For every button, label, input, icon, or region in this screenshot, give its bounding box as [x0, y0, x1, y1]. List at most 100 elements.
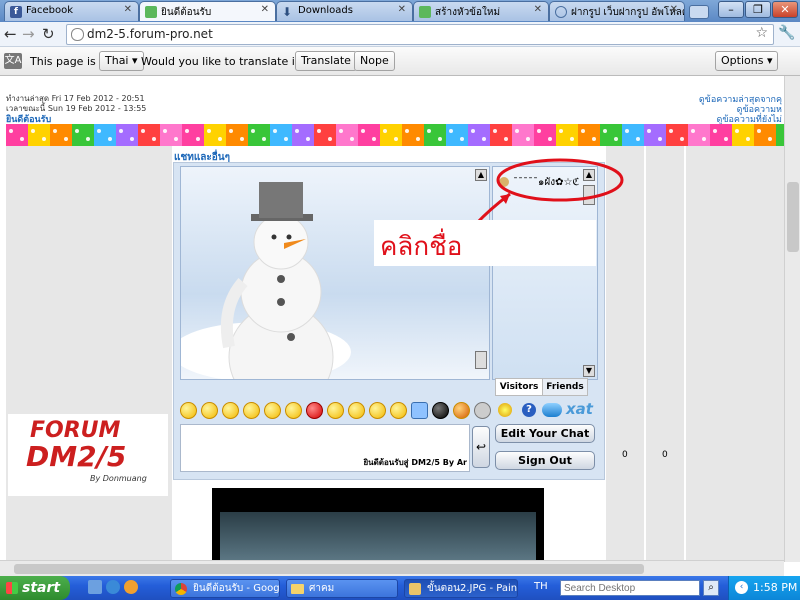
quicklaunch-icon[interactable]	[124, 580, 138, 594]
sign-out-button[interactable]: Sign Out	[495, 451, 595, 470]
maximize-button[interactable]: ❐	[745, 1, 771, 18]
page-content: ทำงานล่าสุด Fri 17 Feb 2012 - 20:51 เวลา…	[0, 76, 784, 560]
close-icon[interactable]: ✕	[398, 4, 406, 15]
tab-new-topic[interactable]: สร้างหัวข้อใหม่ ✕	[413, 1, 549, 21]
translate-icon: 文A	[4, 53, 22, 69]
xat-logo-icon[interactable]	[542, 403, 562, 417]
banner-dot	[141, 129, 145, 133]
page-info-icon[interactable]	[71, 28, 84, 41]
horizontal-scrollbar[interactable]	[0, 560, 784, 577]
banner-dot	[691, 129, 695, 133]
banner-dot	[482, 137, 486, 141]
eight-ball-icon[interactable]	[432, 402, 449, 419]
show-desktop-icon[interactable]	[88, 580, 102, 594]
ie-icon[interactable]	[106, 580, 120, 594]
smiley-icon[interactable]	[201, 402, 218, 419]
banner-dot	[614, 137, 618, 141]
scroll-down-arrow[interactable]: ▼	[583, 365, 595, 377]
new-tab-button[interactable]	[689, 5, 709, 19]
tab-friends[interactable]: Friends	[542, 378, 588, 396]
reload-icon[interactable]: ↻	[42, 25, 55, 43]
smiley-icon[interactable]	[369, 402, 386, 419]
banner-dot	[438, 137, 442, 141]
language-indicator[interactable]: TH	[534, 581, 548, 592]
scroll-thumb[interactable]	[475, 351, 487, 369]
search-icon[interactable]: ⌕	[703, 580, 719, 596]
star-icon[interactable]: ☆	[755, 25, 768, 41]
banner-dot	[504, 137, 508, 141]
tab-visitors[interactable]: Visitors	[495, 378, 543, 396]
banner-dot	[559, 129, 563, 133]
smiley-icon[interactable]	[453, 402, 470, 419]
desktop-search-input[interactable]	[560, 580, 700, 596]
edit-chat-button[interactable]: Edit Your Chat	[495, 424, 595, 443]
address-bar[interactable]: dm2-5.forum-pro.net ☆	[66, 24, 774, 45]
close-icon[interactable]: ✕	[261, 4, 269, 15]
tab-upload[interactable]: ฝากรูป เว็บฝากรูป อัพโหลด ✕	[549, 1, 685, 21]
banner-dot	[757, 129, 761, 133]
forward-icon[interactable]: →	[22, 25, 35, 43]
close-icon[interactable]: ✕	[534, 4, 542, 15]
banner-dot	[636, 137, 640, 141]
close-icon[interactable]: ✕	[670, 4, 678, 15]
wrench-icon[interactable]: 🔧	[778, 25, 795, 41]
users-icon[interactable]	[498, 403, 512, 417]
translate-prefix: This page is in	[30, 55, 110, 68]
xat-label: xat	[566, 400, 593, 418]
scroll-thumb[interactable]	[14, 564, 644, 574]
logo-line3: By Donmuang	[90, 474, 147, 483]
tab-facebook[interactable]: f Facebook ✕	[4, 1, 139, 21]
banner-dot	[53, 129, 57, 133]
video-embed[interactable]	[212, 488, 544, 560]
banner-dot	[174, 137, 178, 141]
smiley-icon[interactable]	[390, 402, 407, 419]
banner-dot	[548, 137, 552, 141]
angry-smiley-icon[interactable]	[306, 402, 323, 419]
chat-background: ▲	[180, 166, 490, 380]
translate-button[interactable]: Translate	[295, 51, 357, 71]
gif-icon[interactable]	[411, 402, 428, 419]
banner-dot	[262, 137, 266, 141]
back-icon[interactable]: ←	[4, 25, 17, 43]
close-window-button[interactable]: ✕	[772, 1, 798, 18]
sound-icon[interactable]	[474, 402, 491, 419]
message-input[interactable]: ยินดีต้อนรับสู่ DM2/5 By Ar	[180, 424, 470, 472]
tab-downloads[interactable]: ⬇ Downloads ✕	[276, 1, 413, 21]
scroll-thumb[interactable]	[787, 182, 799, 252]
nope-button[interactable]: Nope	[354, 51, 395, 71]
tab-welcome[interactable]: ยินดีต้อนรับ ✕	[139, 1, 276, 21]
banner-dot	[229, 129, 233, 133]
smiley-icon[interactable]	[243, 402, 260, 419]
smiley-icon[interactable]	[264, 402, 281, 419]
banner-dot	[746, 137, 750, 141]
minimize-button[interactable]: –	[718, 1, 744, 18]
close-icon[interactable]: ✕	[124, 4, 132, 15]
chat-icon	[145, 6, 157, 18]
smiley-icon[interactable]	[327, 402, 344, 419]
count-value: 0	[662, 450, 668, 460]
smiley-icon[interactable]	[285, 402, 302, 419]
smiley-icon[interactable]	[180, 402, 197, 419]
banner-dot	[416, 137, 420, 141]
task-paint[interactable]: ขั้นตอน2.JPG - Paint	[404, 579, 518, 598]
help-icon[interactable]: ?	[522, 403, 536, 417]
smiley-icon[interactable]	[222, 402, 239, 419]
smiley-icon[interactable]	[348, 402, 365, 419]
banner-dot	[196, 137, 200, 141]
banner-dot	[493, 129, 497, 133]
banner-dot	[702, 137, 706, 141]
download-icon: ⬇	[282, 5, 293, 19]
task-chrome[interactable]: ยินดีต้อนรับ - Googl...	[170, 579, 280, 598]
start-button[interactable]: start	[0, 576, 70, 600]
options-button[interactable]: Options ▾	[715, 51, 779, 71]
banner-dot	[625, 129, 629, 133]
banner-dot	[64, 137, 68, 141]
translate-question: Would you like to translate it?	[141, 55, 305, 68]
task-folder[interactable]: ศาคม	[286, 579, 398, 598]
vertical-scrollbar[interactable]	[784, 76, 800, 562]
chrome-icon	[175, 583, 187, 595]
language-select[interactable]: Thai ▾	[99, 51, 144, 71]
tray-arrow-icon[interactable]: ‹	[735, 581, 748, 594]
send-button[interactable]: ↩	[472, 426, 490, 468]
banner-dot	[680, 137, 684, 141]
